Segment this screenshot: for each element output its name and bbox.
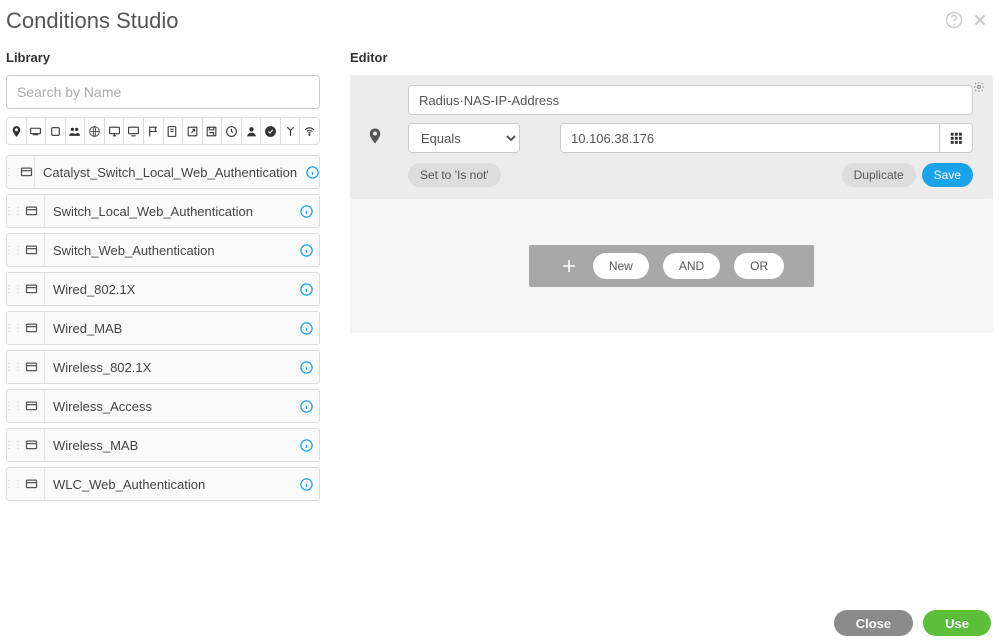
library-item-label: Catalyst_Switch_Local_Web_Authentication — [35, 165, 305, 180]
filter-antenna-icon[interactable] — [281, 118, 301, 144]
filter-port-icon[interactable] — [46, 118, 66, 144]
and-button[interactable]: AND — [663, 253, 720, 279]
condition-type-icon — [19, 429, 45, 461]
value-input[interactable] — [560, 123, 939, 153]
info-icon[interactable] — [293, 204, 319, 219]
info-icon[interactable] — [293, 438, 319, 453]
save-button[interactable]: Save — [922, 163, 973, 187]
close-button[interactable]: Close — [834, 610, 913, 636]
filter-external-icon[interactable] — [183, 118, 203, 144]
library-item-label: Switch_Local_Web_Authentication — [45, 204, 293, 219]
library-item-label: Wired_MAB — [45, 321, 293, 336]
operator-select[interactable]: Equals — [408, 123, 520, 153]
condition-type-icon — [19, 351, 45, 383]
info-icon[interactable] — [293, 477, 319, 492]
plus-icon — [559, 257, 579, 275]
attribute-field[interactable]: Radius·NAS-IP-Address — [408, 85, 973, 115]
help-icon[interactable] — [945, 11, 963, 32]
header: Conditions Studio — [0, 0, 999, 42]
filter-flag-icon[interactable] — [144, 118, 164, 144]
library-item[interactable]: ⋮⋮ Switch_Web_Authentication — [6, 233, 320, 267]
condition-type-icon — [19, 468, 45, 500]
drag-handle-icon[interactable]: ⋮⋮ — [7, 362, 19, 373]
library-item[interactable]: ⋮⋮ Wired_802.1X — [6, 272, 320, 306]
editor-panel: Editor Radius·NAS-IP-Address Equals — [350, 42, 993, 501]
info-icon[interactable] — [293, 282, 319, 297]
library-item[interactable]: ⋮⋮ WLC_Web_Authentication — [6, 467, 320, 501]
or-button[interactable]: OR — [734, 253, 784, 279]
drag-handle-icon[interactable]: ⋮⋮ — [7, 206, 19, 217]
library-item-label: Switch_Web_Authentication — [45, 243, 293, 258]
condition-type-icon — [19, 195, 45, 227]
filter-save-icon[interactable] — [203, 118, 223, 144]
drag-handle-icon[interactable]: ⋮⋮ — [7, 167, 19, 178]
filter-location-icon[interactable] — [7, 118, 27, 144]
info-icon[interactable] — [293, 399, 319, 414]
close-icon[interactable] — [971, 11, 989, 32]
library-item-label: WLC_Web_Authentication — [45, 477, 293, 492]
library-item-label: Wired_802.1X — [45, 282, 293, 297]
filter-globe-icon[interactable] — [85, 118, 105, 144]
filter-monitor-icon[interactable] — [124, 118, 144, 144]
duplicate-button[interactable]: Duplicate — [842, 163, 916, 187]
info-icon[interactable] — [305, 165, 320, 180]
library-panel: Library ⋮⋮ Catalyst_Switch_Local_Web_Auth… — [6, 42, 320, 501]
library-item[interactable]: ⋮⋮ Switch_Local_Web_Authentication — [6, 194, 320, 228]
add-rule-bar: New AND OR — [529, 245, 814, 287]
filter-check-icon[interactable] — [261, 118, 281, 144]
filter-clock-icon[interactable] — [222, 118, 242, 144]
drag-handle-icon[interactable]: ⋮⋮ — [7, 284, 19, 295]
category-filter-strip — [6, 117, 320, 145]
footer-actions: Close Use — [834, 610, 991, 636]
filter-wifi-icon[interactable] — [300, 118, 319, 144]
filter-cert-icon[interactable] — [164, 118, 184, 144]
condition-type-icon — [350, 85, 400, 187]
filter-users-icon[interactable] — [66, 118, 86, 144]
search-input[interactable] — [6, 75, 320, 109]
condition-type-icon — [19, 390, 45, 422]
library-item[interactable]: ⋮⋮ Wireless_802.1X — [6, 350, 320, 384]
info-icon[interactable] — [293, 360, 319, 375]
condition-type-icon — [19, 156, 35, 188]
condition-type-icon — [19, 273, 45, 305]
info-icon[interactable] — [293, 243, 319, 258]
drag-handle-icon[interactable]: ⋮⋮ — [7, 323, 19, 334]
library-item-label: Wireless_MAB — [45, 438, 293, 453]
info-icon[interactable] — [293, 321, 319, 336]
filter-desktop-icon[interactable] — [105, 118, 125, 144]
filter-device-icon[interactable] — [27, 118, 47, 144]
drag-handle-icon[interactable]: ⋮⋮ — [7, 245, 19, 256]
library-item-label: Wireless_802.1X — [45, 360, 293, 375]
condition-type-icon — [19, 234, 45, 266]
value-picker-button[interactable] — [939, 123, 973, 153]
drag-handle-icon[interactable]: ⋮⋮ — [7, 479, 19, 490]
rule-drop-zone: New AND OR — [350, 199, 993, 333]
library-list: ⋮⋮ Catalyst_Switch_Local_Web_Authenticati… — [6, 155, 320, 501]
library-item[interactable]: ⋮⋮ Wireless_Access — [6, 389, 320, 423]
use-button[interactable]: Use — [923, 610, 991, 636]
header-actions — [945, 11, 989, 32]
drag-handle-icon[interactable]: ⋮⋮ — [7, 440, 19, 451]
library-item[interactable]: ⋮⋮ Wireless_MAB — [6, 428, 320, 462]
condition-type-icon — [19, 312, 45, 344]
page-title: Conditions Studio — [6, 8, 178, 34]
library-item[interactable]: ⋮⋮ Wired_MAB — [6, 311, 320, 345]
filter-user-icon[interactable] — [242, 118, 262, 144]
condition-card: Radius·NAS-IP-Address Equals — [350, 75, 993, 199]
library-item[interactable]: ⋮⋮ Catalyst_Switch_Local_Web_Authenticati… — [6, 155, 320, 189]
drag-handle-icon[interactable]: ⋮⋮ — [7, 401, 19, 412]
editor-title: Editor — [350, 50, 993, 65]
library-item-label: Wireless_Access — [45, 399, 293, 414]
new-rule-button[interactable]: New — [593, 253, 649, 279]
gear-icon[interactable] — [973, 81, 985, 96]
set-isnot-button[interactable]: Set to 'Is not' — [408, 163, 501, 187]
library-title: Library — [6, 50, 320, 65]
